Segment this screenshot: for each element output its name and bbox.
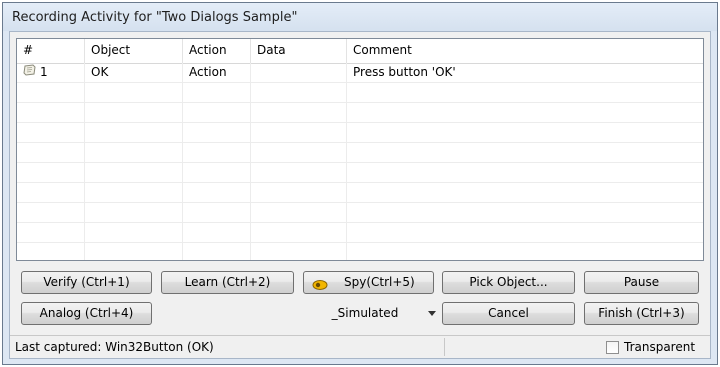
status-text: Last captured: Win32Button (OK) — [15, 340, 214, 354]
learn-button[interactable]: Learn (Ctrl+2) — [161, 271, 294, 294]
chevron-down-icon — [428, 311, 436, 316]
empty-row — [17, 83, 703, 103]
analog-button[interactable]: Analog (Ctrl+4) — [21, 302, 152, 325]
column-header-object[interactable]: Object — [85, 39, 183, 63]
cell-comment: Press button 'OK' — [353, 65, 456, 79]
empty-row — [17, 203, 703, 223]
verify-button[interactable]: Verify (Ctrl+1) — [21, 271, 152, 294]
column-header-action[interactable]: Action — [183, 39, 251, 63]
status-bar: Last captured: Win32Button (OK) Transpar… — [10, 335, 710, 358]
pick-object-button[interactable]: Pick Object... — [442, 271, 575, 294]
column-header-number[interactable]: # — [17, 39, 85, 63]
cell-data — [251, 63, 347, 82]
empty-row — [17, 103, 703, 123]
status-divider — [444, 338, 445, 356]
column-header-comment[interactable]: Comment — [347, 39, 703, 63]
empty-row — [17, 143, 703, 163]
transparent-checkbox[interactable] — [606, 341, 619, 354]
spy-label: Spy(Ctrl+5) — [344, 275, 415, 289]
cell-number: 1 — [17, 63, 85, 82]
table-row[interactable]: 1 OK Action Press button 'OK' — [17, 63, 703, 83]
row-number: 1 — [40, 65, 48, 79]
cell-object: OK — [85, 63, 183, 82]
dialog-body: # Object Action Data Comment 1 OK Action — [9, 31, 711, 359]
recording-activity-window: Recording Activity for "Two Dialogs Samp… — [2, 2, 718, 365]
empty-row — [17, 183, 703, 203]
recorded-actions-grid[interactable]: # Object Action Data Comment 1 OK Action — [16, 38, 704, 261]
finish-button[interactable]: Finish (Ctrl+3) — [584, 302, 699, 325]
empty-row — [17, 123, 703, 143]
recording-mode-select[interactable]: _Simulated — [305, 302, 444, 325]
cancel-button[interactable]: Cancel — [442, 302, 575, 325]
spy-eye-icon — [312, 277, 328, 298]
cell-action: Action — [183, 63, 251, 82]
column-header-data[interactable]: Data — [251, 39, 347, 63]
empty-row — [17, 243, 703, 260]
spy-button[interactable]: Spy(Ctrl+5) — [303, 271, 434, 294]
script-icon — [23, 63, 37, 82]
transparent-label[interactable]: Transparent — [624, 340, 695, 354]
grid-header: # Object Action Data Comment — [17, 39, 703, 64]
empty-row — [17, 223, 703, 243]
title-bar[interactable]: Recording Activity for "Two Dialogs Samp… — [3, 3, 717, 31]
recording-mode-value: _Simulated — [331, 306, 399, 320]
window-title: Recording Activity for "Two Dialogs Samp… — [12, 10, 298, 25]
pause-button[interactable]: Pause — [584, 271, 699, 294]
empty-row — [17, 163, 703, 183]
